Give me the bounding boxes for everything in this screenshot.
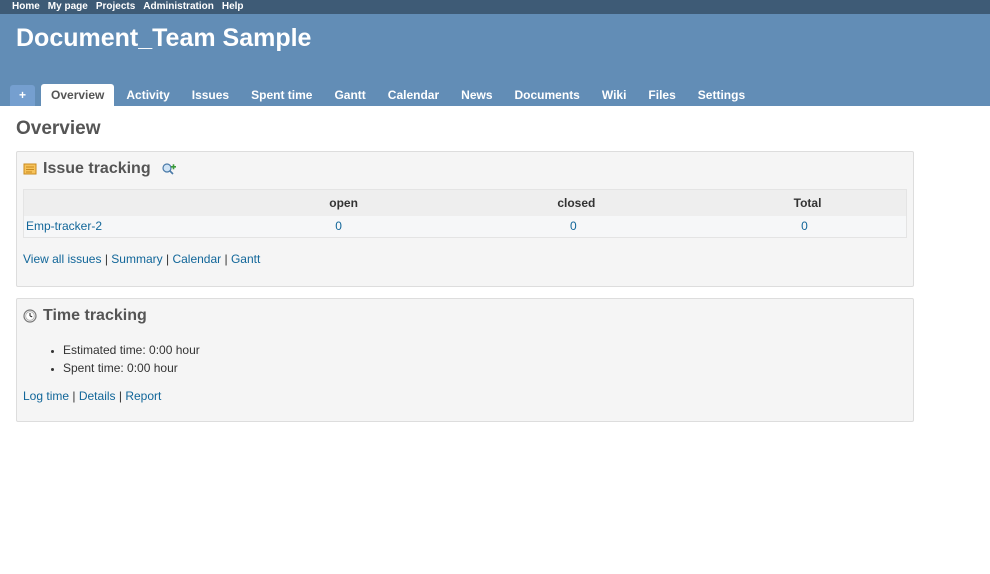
view-all-issues-link[interactable]: View all issues [23,252,101,266]
time-tracking-title: Time tracking [43,307,147,324]
link-separator: | [165,252,170,266]
top-menu: Home My page Projects Administration Hel… [0,0,990,14]
time-tracking-list: Estimated time: 0:00 hour Spent time: 0:… [23,341,907,377]
tracker-column-header [23,189,244,216]
total-count-cell: 0 [709,216,906,238]
gantt-link[interactable]: Gantt [231,252,260,266]
link-separator: | [104,252,108,266]
add-filter-icon[interactable] [161,162,177,176]
tab-gantt[interactable]: Gantt [324,84,375,106]
tracker-name-cell: Emp-tracker-2 [24,216,244,238]
page-title: Overview [16,118,101,139]
header: Document_Team Sample + Overview Activity… [0,14,990,106]
tab-overview[interactable]: Overview [41,84,115,106]
top-menu-projects[interactable]: Projects [96,0,135,14]
tab-documents[interactable]: Documents [505,84,590,106]
time-links: Log time | Details | Report [23,389,907,415]
link-separator: | [224,252,228,266]
tab-activity[interactable]: Activity [116,84,179,106]
calendar-link[interactable]: Calendar [172,252,221,266]
report-link[interactable]: Report [125,389,161,403]
summary-link[interactable]: Summary [111,252,162,266]
issue-tracking-box: Issue tracking open closed Total Emp-tra… [16,151,914,287]
details-link[interactable]: Details [79,389,116,403]
log-time-link[interactable]: Log time [23,389,69,403]
tab-settings[interactable]: Settings [688,84,755,106]
table-header-row: open closed Total [23,189,907,216]
clock-icon [23,309,37,323]
issue-tracking-icon [23,162,37,176]
total-column-header: Total [709,189,907,216]
time-tracking-box: Time tracking Estimated time: 0:00 hour … [16,298,914,422]
main-menu: + Overview Activity Issues Spent time Ga… [10,84,757,106]
top-menu-home[interactable]: Home [12,0,40,14]
main-content: Overview Issue tracking open closed Tota… [16,106,914,422]
table-row: Emp-tracker-2 0 0 0 [24,216,907,238]
top-menu-help[interactable]: Help [222,0,244,14]
tab-calendar[interactable]: Calendar [378,84,449,106]
tab-wiki[interactable]: Wiki [592,84,637,106]
project-title: Document_Team Sample [16,24,312,52]
link-separator: | [72,389,76,403]
spent-time-item: Spent time: 0:00 hour [63,359,907,377]
tracker-link[interactable]: Emp-tracker-2 [26,219,102,233]
tab-files[interactable]: Files [638,84,685,106]
time-tracking-header: Time tracking [23,305,907,327]
issue-summary-table: open closed Total Emp-tracker-2 0 0 0 [23,189,907,238]
open-count-cell: 0 [244,216,444,238]
new-object-button[interactable]: + [10,85,36,106]
issue-links: View all issues | Summary | Calendar | G… [23,252,907,278]
closed-count-cell: 0 [444,216,709,238]
tab-spent-time[interactable]: Spent time [241,84,322,106]
total-count-link[interactable]: 0 [801,219,808,233]
tab-issues[interactable]: Issues [182,84,239,106]
issue-tracking-title: Issue tracking [43,160,151,177]
closed-column-header: closed [443,189,710,216]
issue-tracking-header: Issue tracking [23,158,907,180]
top-menu-administration[interactable]: Administration [143,0,214,14]
open-column-header: open [243,189,444,216]
tab-news[interactable]: News [451,84,502,106]
open-count-link[interactable]: 0 [335,219,342,233]
estimated-time-item: Estimated time: 0:00 hour [63,341,907,359]
link-separator: | [118,389,122,403]
top-menu-my-page[interactable]: My page [48,0,88,14]
closed-count-link[interactable]: 0 [570,219,577,233]
